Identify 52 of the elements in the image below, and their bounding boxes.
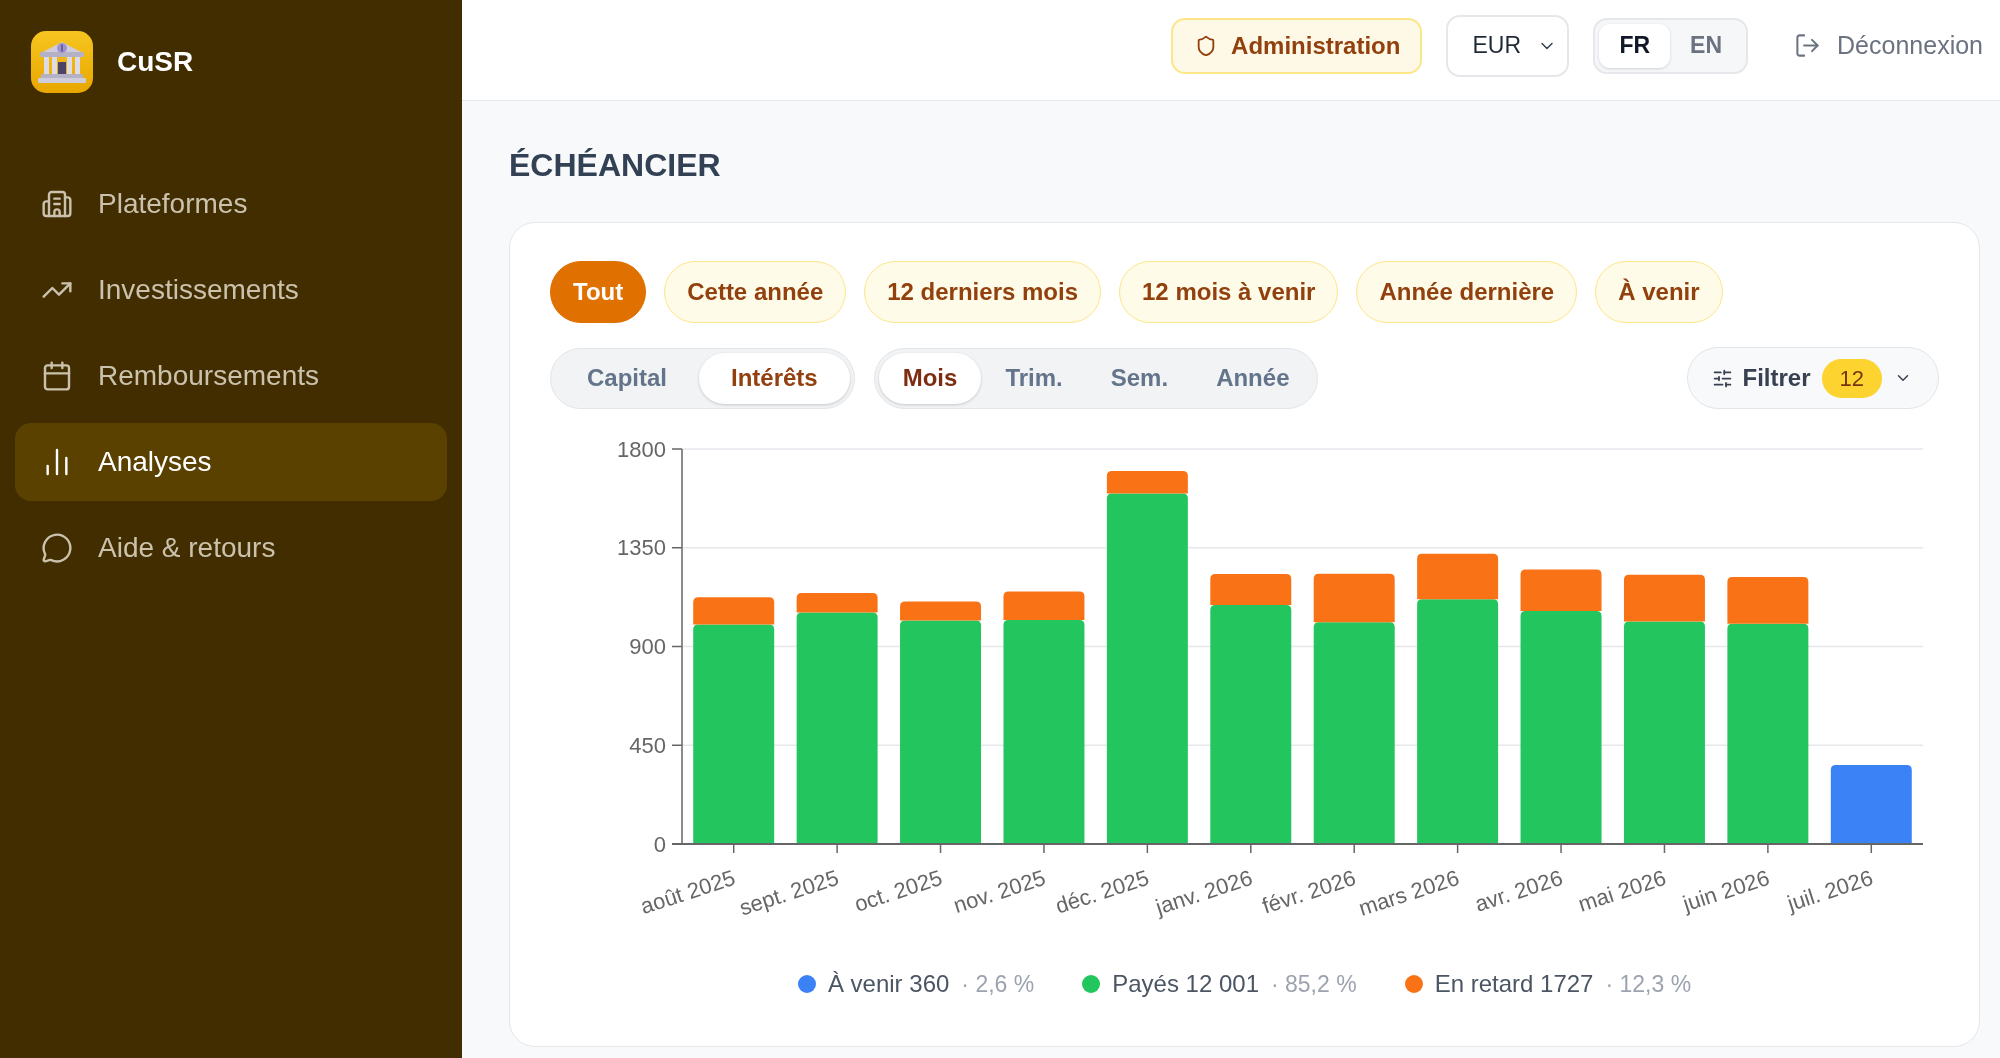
legend-label: Payés 12 001 <box>1112 969 1259 999</box>
x-axis-label: juil. 2026 <box>1784 865 1876 916</box>
x-axis-label: janv. 2026 <box>1152 865 1256 920</box>
nav-item[interactable]: Investissements <box>15 251 447 329</box>
legend-share: · 12,3 % <box>1605 969 1692 999</box>
language-option[interactable]: EN <box>1670 23 1743 68</box>
logout-icon <box>1794 32 1822 59</box>
granularity-tab[interactable]: Année <box>1192 352 1314 404</box>
calendar-icon <box>41 360 73 392</box>
sliders-icon <box>1711 367 1733 389</box>
logout-button[interactable]: Déconnexion <box>1794 26 1983 65</box>
granularity-tab[interactable]: Trim. <box>981 352 1087 404</box>
bank-logo-icon <box>31 31 93 93</box>
x-axis-label: déc. 2025 <box>1052 865 1152 919</box>
nav-item[interactable]: Aide & retours <box>15 509 447 587</box>
x-axis-label: juin 2026 <box>1679 865 1773 917</box>
x-axis-label: oct. 2025 <box>851 865 946 917</box>
x-axis-label: sept. 2025 <box>736 865 842 921</box>
filter-button[interactable]: Filtrer 12 <box>1686 347 1939 409</box>
granularity-tab[interactable]: Sem. <box>1086 352 1193 404</box>
period-filter-chip[interactable]: 12 mois à venir <box>1119 261 1339 323</box>
period-filter-chip[interactable]: 12 derniers mois <box>864 261 1101 323</box>
y-axis-label: 0 <box>653 831 666 857</box>
building-icon <box>41 188 73 220</box>
brand-name: CuSR <box>117 45 194 79</box>
x-axis-label: août 2025 <box>637 865 739 919</box>
admin-button[interactable]: Administration <box>1171 17 1423 74</box>
amount-tab[interactable]: Intérêts <box>699 352 850 404</box>
nav-item[interactable]: Plateformes <box>15 165 447 243</box>
y-axis-label: 1800 <box>617 436 666 462</box>
y-axis-label: 450 <box>629 732 666 758</box>
count-badge: 12 <box>1821 358 1882 398</box>
currency-select[interactable]: EUR <box>1446 14 1570 77</box>
page-title: ÉCHÉANCIER <box>509 146 722 184</box>
language-option[interactable]: FR <box>1599 23 1671 68</box>
amount-tab[interactable]: Capital <box>555 352 699 404</box>
x-axis-label: nov. 2025 <box>950 865 1049 919</box>
nav-item[interactable]: Analyses <box>15 423 447 501</box>
period-filter-chip[interactable]: Année dernière <box>1356 261 1578 323</box>
speech-bubble-icon <box>41 532 73 564</box>
y-axis-label: 1350 <box>617 535 666 561</box>
period-filter-chip[interactable]: À venir <box>1595 261 1723 323</box>
legend-share: · 85,2 % <box>1271 969 1357 999</box>
y-axis-label: 900 <box>629 634 666 659</box>
legend-label: À venir 360 <box>827 969 950 999</box>
nav-item[interactable]: Remboursements <box>15 337 447 415</box>
period-filter-chip[interactable]: Cette année <box>664 261 847 323</box>
x-axis-label: avr. 2026 <box>1471 865 1566 917</box>
legend-share: · 2,6 % <box>961 969 1035 999</box>
legend-label: En retard 1727 <box>1434 969 1594 999</box>
x-axis-label: mai 2026 <box>1575 865 1669 917</box>
granularity-tab[interactable]: Mois <box>878 352 982 404</box>
